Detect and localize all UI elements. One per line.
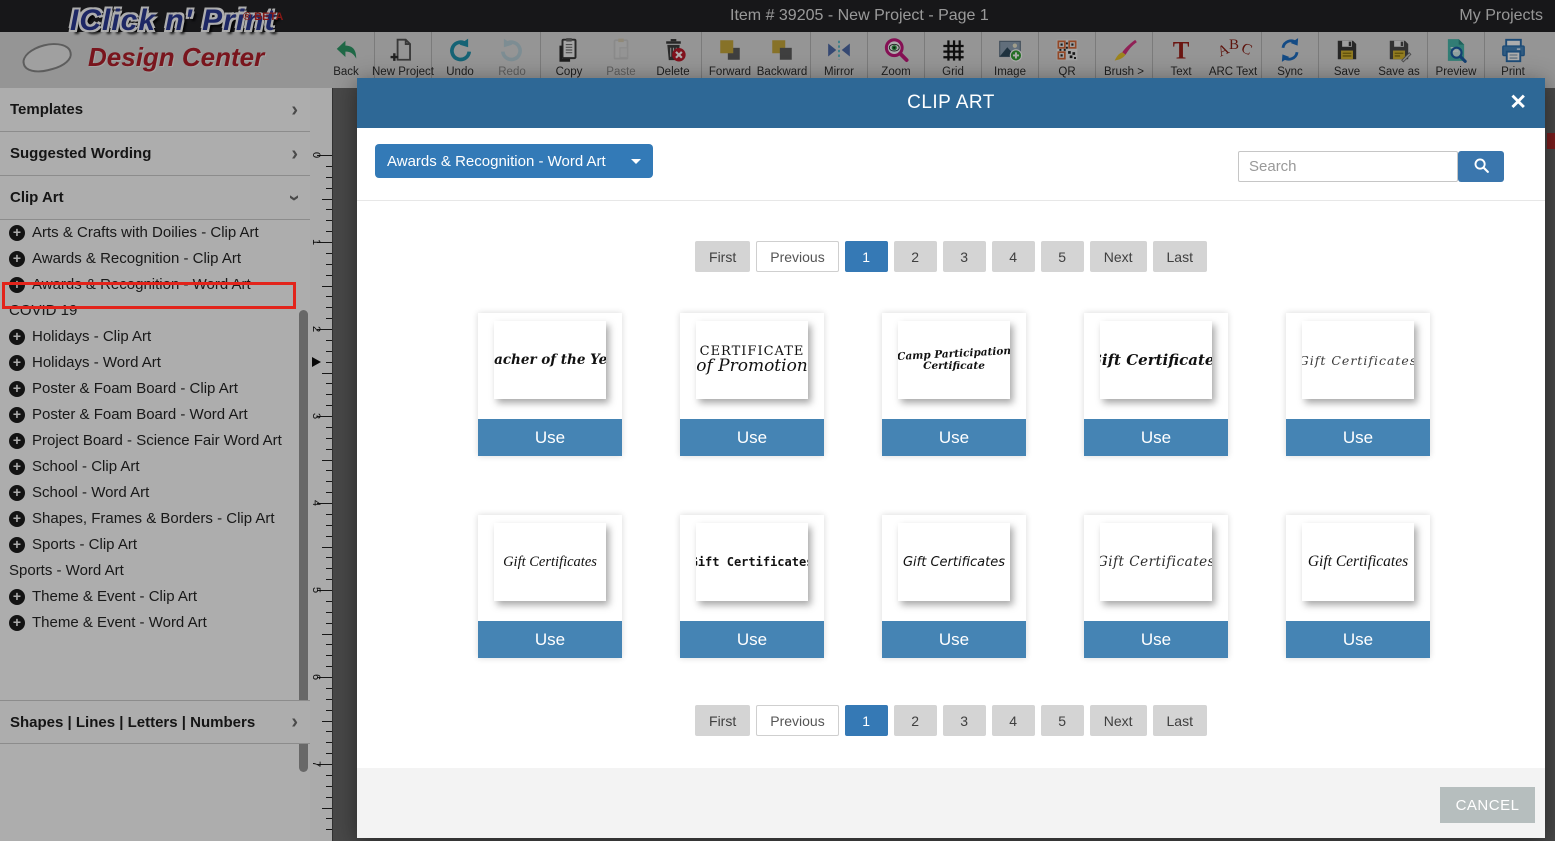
page-button-2[interactable]: 2: [893, 241, 937, 272]
clip-art-card: Gift Certificates Use: [680, 515, 824, 658]
word-art-text: Gift Certificates: [1302, 352, 1414, 368]
cancel-button[interactable]: CANCEL: [1440, 787, 1535, 823]
clip-art-thumbnail[interactable]: Gift Certificates: [696, 523, 808, 601]
use-button[interactable]: Use: [1286, 419, 1430, 456]
word-art-text: Gift Certificates: [1100, 351, 1212, 369]
word-art-text: Gift Certificates: [1307, 553, 1409, 570]
page-button-next[interactable]: Next: [1089, 241, 1147, 272]
clip-art-thumbnail[interactable]: Gift Certificates: [898, 523, 1010, 601]
clip-art-thumbnail[interactable]: CERTIFICATE of Promotion: [696, 321, 808, 399]
word-art-text: Gift Certificates: [1100, 554, 1212, 570]
page-button-previous[interactable]: Previous: [756, 705, 839, 736]
use-button[interactable]: Use: [1286, 621, 1430, 658]
page-button-last[interactable]: Last: [1152, 241, 1207, 272]
use-button[interactable]: Use: [1084, 419, 1228, 456]
pagination-top: First Previous 1 2 3 4 5 Next Last: [357, 241, 1545, 272]
page-button-5[interactable]: 5: [1040, 241, 1084, 272]
page-button-4[interactable]: 4: [991, 705, 1035, 736]
clip-art-card: Gift Certificates Use: [1084, 515, 1228, 658]
pagination-bottom: First Previous 1 2 3 4 5 Next Last: [357, 705, 1545, 736]
clip-art-card: Gift Certificates Use: [1084, 313, 1228, 456]
word-art-text: Gift Certificates: [503, 553, 597, 570]
page-button-next[interactable]: Next: [1089, 705, 1147, 736]
page-button-first[interactable]: First: [695, 705, 751, 736]
page-button-3[interactable]: 3: [942, 241, 986, 272]
page-button-2[interactable]: 2: [893, 705, 937, 736]
word-art-text: of Promotion: [696, 356, 808, 376]
clip-art-thumbnail[interactable]: Gift Certificates: [494, 523, 606, 601]
word-art-text: Teacher of the Year: [494, 352, 606, 368]
page-button-1[interactable]: 1: [844, 705, 888, 736]
page-button-4[interactable]: 4: [991, 241, 1035, 272]
clip-art-card: Gift Certificates Use: [1286, 313, 1430, 456]
word-art-text: Gift Certificates: [902, 554, 1005, 570]
search-icon: [1473, 157, 1490, 177]
clip-art-thumbnail[interactable]: Gift Certificates: [1302, 523, 1414, 601]
word-art-text: Gift Certificates: [696, 555, 808, 569]
clip-art-modal: CLIP ART ✕ Awards & Recognition - Word A…: [357, 78, 1545, 838]
page-button-5[interactable]: 5: [1040, 705, 1084, 736]
caret-down-icon: [631, 158, 641, 164]
use-button[interactable]: Use: [680, 621, 824, 658]
clip-art-card: Camp Participation Certificate Use: [882, 313, 1026, 456]
clip-art-thumbnail[interactable]: Gift Certificates: [1100, 523, 1212, 601]
page-button-first[interactable]: First: [695, 241, 751, 272]
clip-art-card: Gift Certificates Use: [478, 515, 622, 658]
clip-art-thumbnail[interactable]: Gift Certificates: [1100, 321, 1212, 399]
close-icon[interactable]: ✕: [1509, 90, 1527, 115]
page-button-3[interactable]: 3: [942, 705, 986, 736]
divider: [357, 200, 1545, 201]
page-button-last[interactable]: Last: [1152, 705, 1207, 736]
page-button-previous[interactable]: Previous: [756, 241, 839, 272]
use-button[interactable]: Use: [680, 419, 824, 456]
use-button[interactable]: Use: [882, 419, 1026, 456]
category-dropdown-value: Awards & Recognition - Word Art: [387, 152, 606, 170]
search-input[interactable]: [1238, 151, 1458, 182]
word-art-text: Certificate: [923, 360, 985, 372]
modal-title: CLIP ART: [907, 92, 995, 113]
use-button[interactable]: Use: [478, 621, 622, 658]
clip-art-card: Teacher of the Year Use: [478, 313, 622, 456]
modal-footer: CANCEL: [357, 768, 1545, 838]
modal-header: CLIP ART ✕: [357, 78, 1545, 128]
clip-art-card: Gift Certificates Use: [1286, 515, 1430, 658]
clip-art-thumbnail[interactable]: Gift Certificates: [1302, 321, 1414, 399]
use-button[interactable]: Use: [1084, 621, 1228, 658]
clip-art-thumbnail[interactable]: Teacher of the Year: [494, 321, 606, 399]
clip-art-card: Gift Certificates Use: [882, 515, 1026, 658]
page-button-1[interactable]: 1: [844, 241, 888, 272]
search-button[interactable]: [1458, 151, 1504, 182]
clip-art-card: CERTIFICATE of Promotion Use: [680, 313, 824, 456]
use-button[interactable]: Use: [478, 419, 622, 456]
clip-art-thumbnail[interactable]: Camp Participation Certificate: [898, 321, 1010, 399]
use-button[interactable]: Use: [882, 621, 1026, 658]
category-dropdown[interactable]: Awards & Recognition - Word Art: [375, 144, 653, 178]
